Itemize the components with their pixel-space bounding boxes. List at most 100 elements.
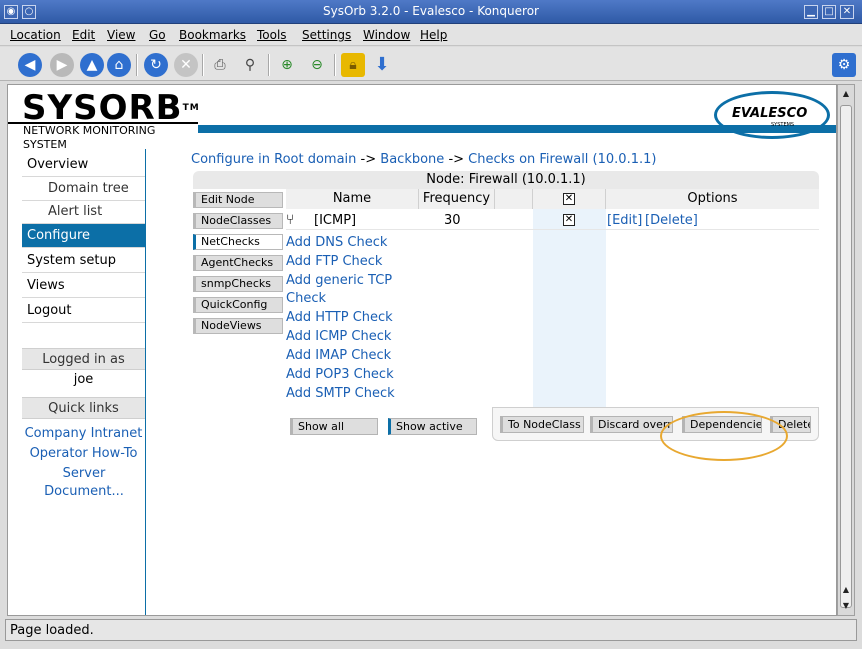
column-header-frequency: Frequency (419, 189, 495, 209)
highlight-circle (660, 411, 788, 461)
tab-agentchecks[interactable]: AgentChecks (193, 255, 283, 271)
close-icon[interactable]: ✕ (840, 5, 854, 19)
scroll-thumb[interactable] (840, 105, 852, 608)
sidebar-item-logout[interactable]: Logout (22, 299, 145, 323)
sidebar-item-views[interactable]: Views (22, 274, 145, 298)
select-all-checkbox[interactable]: ✕ (563, 193, 575, 205)
quick-link-server-document[interactable]: Server Document... (42, 465, 126, 501)
menu-help[interactable]: Help (420, 28, 447, 42)
menu-tools[interactable]: Tools (257, 28, 287, 42)
konqueror-gear-icon[interactable]: ⚙ (832, 53, 856, 77)
menu-bookmarks[interactable]: Bookmarks (179, 28, 246, 42)
find-icon[interactable]: ⚲ (238, 53, 262, 77)
add-tcp-check-link-cont[interactable]: Check (286, 291, 326, 306)
breadcrumb: Configure in Root domain -> Backbone -> … (191, 152, 656, 167)
menu-edit[interactable]: Edit (72, 28, 95, 42)
menu-settings[interactable]: Settings (302, 28, 351, 42)
column-header-blank (495, 189, 533, 209)
toolbar-separator (136, 54, 138, 76)
menu-view[interactable]: View (107, 28, 135, 42)
node-title: Node: Firewall (10.0.1.1) (193, 171, 819, 189)
back-icon[interactable]: ◀ (18, 53, 42, 77)
column-header-options: Options (606, 189, 819, 209)
add-pop3-check-link[interactable]: Add POP3 Check (286, 367, 394, 382)
delete-link[interactable]: [Delete] (645, 213, 698, 228)
edit-link[interactable]: [Edit] (607, 213, 642, 228)
window-titlebar: ◉ ○ SysOrb 3.2.0 - Evalesco - Konqueror … (0, 0, 862, 24)
menu-bar: Location Edit View Go Bookmarks Tools Se… (0, 24, 862, 46)
show-all-button[interactable]: Show all (290, 418, 378, 435)
breadcrumb-separator: -> (448, 152, 465, 167)
column-header-select: ✕ (533, 189, 606, 209)
add-smtp-check-link[interactable]: Add SMTP Check (286, 386, 395, 401)
logged-in-heading: Logged in as (22, 348, 145, 370)
column-header-name: Name (286, 189, 419, 209)
tab-snmpchecks[interactable]: snmpChecks (193, 276, 283, 292)
forward-icon[interactable]: ▶ (50, 53, 74, 77)
toolbar-separator (202, 54, 204, 76)
scroll-down-icon[interactable]: ▼ (840, 599, 852, 613)
reload-icon[interactable]: ↻ (144, 53, 168, 77)
checkbox-column-bg (533, 209, 606, 407)
add-dns-check-link[interactable]: Add DNS Check (286, 235, 387, 250)
print-icon[interactable]: ⎙ (208, 53, 232, 77)
add-icmp-check-link[interactable]: Add ICMP Check (286, 329, 391, 344)
menu-location[interactable]: Location (10, 28, 61, 42)
quick-link-operator-howto[interactable]: Operator How-To (22, 445, 145, 463)
evalesco-logo: EVALESCO SYSTEMS (714, 91, 830, 139)
security-lock-icon[interactable]: 🔒︎ (341, 53, 365, 77)
sidebar-item-overview[interactable]: Overview (22, 153, 145, 177)
add-ftp-check-link[interactable]: Add FTP Check (286, 254, 382, 269)
zoom-out-icon[interactable]: ⊖ (305, 53, 329, 77)
sidebar-item-system-setup[interactable]: System setup (22, 249, 145, 273)
scroll-up-icon[interactable]: ▲ (840, 583, 852, 597)
tab-quickconfig[interactable]: QuickConfig (193, 297, 283, 313)
sidebar-item-configure[interactable]: Configure (22, 224, 145, 248)
breadcrumb-checks[interactable]: Checks on Firewall (10.0.1.1) (468, 152, 656, 167)
page-content: SYSORBTM NETWORK MONITORING SYSTEM EVALE… (7, 84, 837, 616)
stop-icon[interactable]: ✕ (174, 53, 198, 77)
download-icon[interactable]: ⬇ (370, 53, 394, 77)
username: joe (73, 372, 94, 387)
show-active-button[interactable]: Show active (388, 418, 477, 435)
check-select-checkbox[interactable]: ✕ (563, 214, 575, 226)
sidebar-item-alert-list[interactable]: Alert list (22, 200, 145, 224)
window-title: SysOrb 3.2.0 - Evalesco - Konqueror (323, 4, 539, 18)
menu-go[interactable]: Go (149, 28, 166, 42)
tab-nodeclasses[interactable]: NodeClasses (193, 213, 283, 229)
table-row: ⑂ [ICMP] 30 ✕ [Edit] [Delete] (286, 211, 819, 230)
check-frequency: 30 (444, 213, 461, 228)
sidebar: Overview Domain tree Alert list Configur… (22, 149, 146, 615)
tab-edit-node[interactable]: Edit Node (193, 192, 283, 208)
to-nodeclass-button[interactable]: To NodeClass (500, 416, 584, 433)
sidebar-item-domain-tree[interactable]: Domain tree (22, 177, 145, 201)
network-check-icon: ⑂ (286, 212, 295, 228)
status-bar: Page loaded. (0, 617, 862, 649)
add-tcp-check-link[interactable]: Add generic TCP (286, 273, 392, 288)
toolbar-separator (334, 54, 336, 76)
maximize-icon[interactable]: □ (822, 5, 836, 19)
add-imap-check-link[interactable]: Add IMAP Check (286, 348, 391, 363)
tab-nodeviews[interactable]: NodeViews (193, 318, 283, 334)
toolbar: ◀ ▶ ▲ ⌂ ↻ ✕ ⎙ ⚲ ⊕ ⊖ 🔒︎ ⬇ ⚙ (0, 47, 862, 81)
status-text: Page loaded. (5, 619, 857, 641)
breadcrumb-separator: -> (360, 152, 377, 167)
scroll-up-icon[interactable]: ▲ (840, 87, 852, 101)
logo-tagline: NETWORK MONITORING SYSTEM (8, 122, 198, 151)
toolbar-separator (268, 54, 270, 76)
up-icon[interactable]: ▲ (80, 53, 104, 77)
check-name: [ICMP] (314, 213, 357, 228)
breadcrumb-backbone[interactable]: Backbone (380, 152, 444, 167)
menu-window[interactable]: Window (363, 28, 410, 42)
home-icon[interactable]: ⌂ (107, 53, 131, 77)
add-http-check-link[interactable]: Add HTTP Check (286, 310, 393, 325)
breadcrumb-root-domain[interactable]: Configure in Root domain (191, 152, 356, 167)
quick-link-company-intranet[interactable]: Company Intranet (22, 425, 145, 443)
quick-links-heading: Quick links (22, 397, 145, 419)
site-header: SYSORBTM NETWORK MONITORING SYSTEM EVALE… (8, 85, 836, 151)
vertical-scrollbar[interactable]: ▲ ▲ ▼ (837, 84, 855, 616)
sysorb-logo: SYSORBTM (22, 88, 200, 128)
minimize-icon[interactable]: ▁ (804, 5, 818, 19)
zoom-in-icon[interactable]: ⊕ (275, 53, 299, 77)
tab-netchecks[interactable]: NetChecks (193, 234, 283, 250)
